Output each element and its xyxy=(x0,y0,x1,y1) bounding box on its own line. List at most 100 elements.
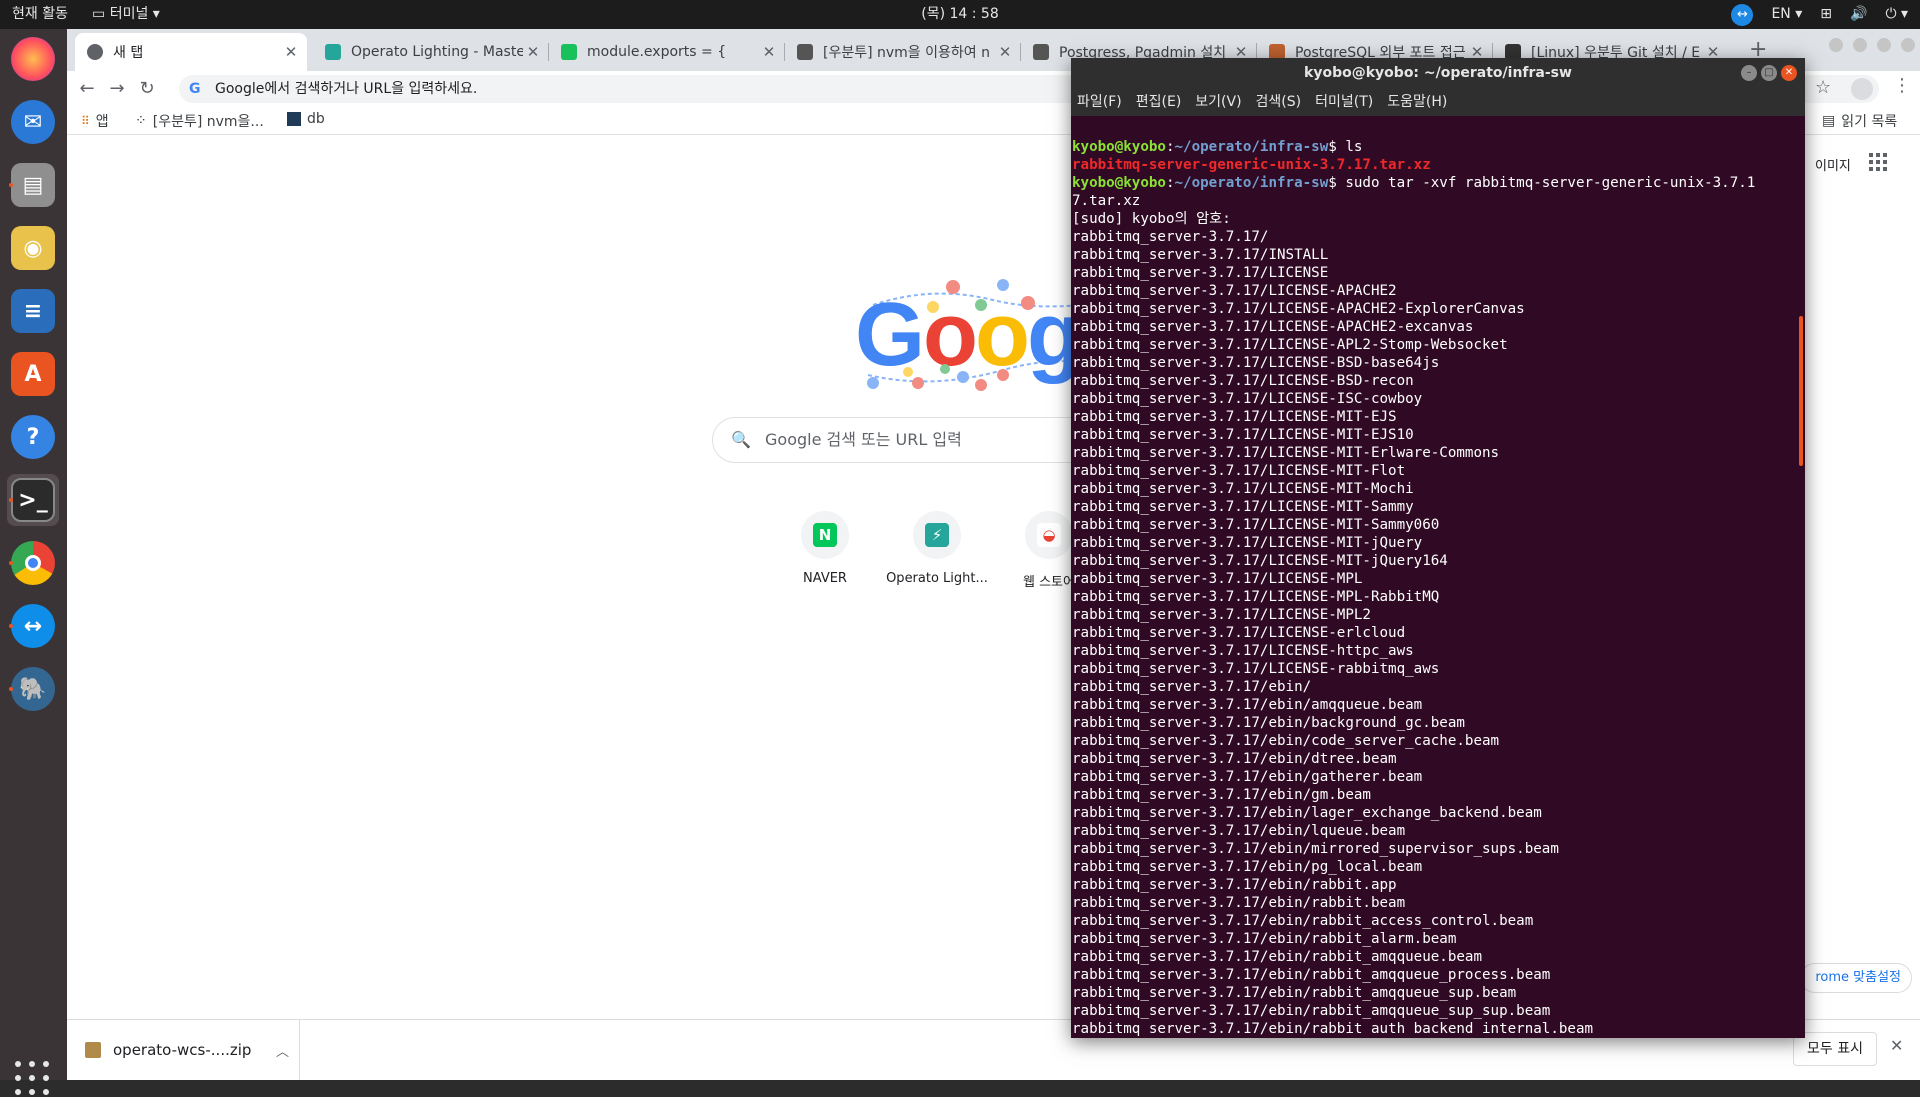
terminal-output[interactable]: kyobo@kyobo:~/operato/infra-sw$ ls rabbit… xyxy=(1072,138,1794,1036)
forward-arrow-icon[interactable]: → xyxy=(105,77,129,101)
command-wrap: 7.tar.xz xyxy=(1072,193,1141,209)
apps-grid-icon: ⠿ xyxy=(81,114,90,128)
bookmark-star-icon[interactable]: ☆ xyxy=(1815,77,1831,98)
terminal-line: rabbitmq_server-3.7.17/ebin/rabbit_alarm… xyxy=(1072,931,1457,947)
bookmark-apps[interactable]: ⠿ 앱 xyxy=(81,111,109,131)
terminal-line: rabbitmq_server-3.7.17/LICENSE-MPL-Rabbi… xyxy=(1072,589,1440,605)
terminal-line: rabbitmq_server-3.7.17/LICENSE-MIT-Erlwa… xyxy=(1072,445,1500,461)
line-favicon-icon xyxy=(561,44,577,60)
dock-rhythmbox[interactable]: ◉ xyxy=(7,222,59,274)
terminal-line: rabbitmq_server-3.7.17/LICENSE-APL2-Stom… xyxy=(1072,337,1508,353)
tab-module-exports[interactable]: module.exports = { ✕ xyxy=(549,33,785,71)
terminal-line: rabbitmq_server-3.7.17/ebin/mirrored_sup… xyxy=(1072,841,1559,857)
dock-thunderbird[interactable]: ✉ xyxy=(7,96,59,148)
minimize-icon[interactable] xyxy=(1853,38,1867,52)
terminal-line: rabbitmq_server-3.7.17/ebin/rabbit_amqqu… xyxy=(1072,967,1551,983)
bookmark-db[interactable]: db xyxy=(287,111,325,127)
show-applications-icon[interactable] xyxy=(15,1061,51,1097)
tab-new-tab[interactable]: 새 탭 ✕ xyxy=(75,33,307,71)
software-center-icon: A xyxy=(11,352,55,396)
minimize-icon[interactable]: – xyxy=(1741,65,1757,81)
dock-writer[interactable]: ≡ xyxy=(7,285,59,337)
shortcut-naver[interactable]: N NAVER xyxy=(769,511,881,586)
menu-help[interactable]: 도움말(H) xyxy=(1387,88,1447,116)
prompt-path: ~/operato/infra-sw xyxy=(1174,139,1329,155)
naver-icon: N xyxy=(813,523,837,547)
reading-list-button[interactable]: ▤ 읽기 목록 xyxy=(1822,111,1897,131)
close-icon[interactable]: ✕ xyxy=(995,43,1015,61)
maximize-icon[interactable]: □ xyxy=(1761,65,1777,81)
power-icon[interactable]: ⏻ ▾ xyxy=(1885,0,1908,29)
chrome-icon xyxy=(11,541,55,585)
images-link[interactable]: 이미지 xyxy=(1815,155,1851,174)
activities-button[interactable]: 현재 활동 xyxy=(12,0,68,29)
terminal-line: rabbitmq_server-3.7.17/LICENSE-MIT-EJS10 xyxy=(1072,427,1414,443)
back-arrow-icon[interactable]: ← xyxy=(75,77,99,101)
dock-help[interactable]: ? xyxy=(7,411,59,463)
terminal-line: rabbitmq_server-3.7.17/LICENSE-MIT-Sammy… xyxy=(1072,517,1440,533)
google-apps-icon[interactable] xyxy=(1869,153,1887,171)
tab-operato-lighting[interactable]: Operato Lighting - Master ✕ xyxy=(313,33,549,71)
maximize-icon[interactable] xyxy=(1877,38,1891,52)
profile-avatar[interactable] xyxy=(1851,78,1873,100)
terminal-line: rabbitmq_server-3.7.17/LICENSE-MPL2 xyxy=(1072,607,1371,623)
terminal-line: rabbitmq_server-3.7.17/ebin/pg_local.bea… xyxy=(1072,859,1423,875)
terminal-line: rabbitmq_server-3.7.17/ebin/rabbit_auth_… xyxy=(1072,1021,1594,1036)
tistory-favicon-icon xyxy=(1033,44,1049,60)
search-icon: 🔍 xyxy=(731,430,751,449)
tab-nvm[interactable]: [우분투] nvm을 이용하여 n ✕ xyxy=(785,33,1021,71)
terminal-line: rabbitmq_server-3.7.17/LICENSE-BSD-recon xyxy=(1072,373,1414,389)
terminal-line: rabbitmq_server-3.7.17/LICENSE-MIT-Flot xyxy=(1072,463,1406,479)
dock-files[interactable]: ▤ xyxy=(7,159,59,211)
clock[interactable]: (목) 14 : 58 xyxy=(0,0,1920,29)
menu-file[interactable]: 파일(F) xyxy=(1077,88,1122,116)
terminal-window-controls: – □ ✕ xyxy=(1741,65,1797,81)
chevron-up-icon[interactable]: ︿ xyxy=(276,1041,289,1060)
terminal-scrollbar[interactable] xyxy=(1799,316,1803,466)
tab-label: Operato Lighting - Master xyxy=(351,44,523,60)
dock-pgadmin[interactable]: 🐘 xyxy=(7,663,59,715)
show-all-downloads-button[interactable]: 모두 표시 xyxy=(1793,1032,1877,1066)
dock-teamviewer[interactable]: ↔ xyxy=(7,600,59,652)
language-indicator[interactable]: EN ▾ xyxy=(1771,0,1802,29)
svg-text:o: o xyxy=(923,285,978,385)
shortcut-label: Operato Light... xyxy=(886,571,988,586)
customize-chrome-button[interactable]: rome 맞춤설정 xyxy=(1800,963,1912,993)
shortcut-operato[interactable]: ⚡ Operato Light... xyxy=(881,511,993,586)
close-icon[interactable]: ✕ xyxy=(281,43,301,61)
menu-kebab-icon[interactable]: ⋮ xyxy=(1893,75,1911,96)
terminal-line: rabbitmq_server-3.7.17/LICENSE-ISC-cowbo… xyxy=(1072,391,1423,407)
bookmark-nvm[interactable]: ⁘ [우분투] nvm을... xyxy=(135,111,264,131)
shortcut-label: NAVER xyxy=(803,571,847,586)
tab-search-icon[interactable] xyxy=(1829,38,1843,52)
terminal-line: rabbitmq_server-3.7.17/LICENSE-httpc_aws xyxy=(1072,643,1414,659)
bookmark-label: 읽기 목록 xyxy=(1841,114,1898,130)
dock-terminal[interactable]: >_ xyxy=(7,474,59,526)
menu-edit[interactable]: 편집(E) xyxy=(1136,88,1182,116)
search-placeholder: Google 검색 또는 URL 입력 xyxy=(765,430,962,449)
dock: ✉ ▤ ◉ ≡ A ? >_ ↔ 🐘 xyxy=(0,29,67,1095)
teamviewer-tray-icon[interactable] xyxy=(1731,3,1754,26)
close-icon[interactable]: ✕ xyxy=(1781,65,1797,81)
dock-firefox[interactable] xyxy=(7,33,59,85)
terminal-app-icon: ▭ xyxy=(92,6,110,22)
reload-icon[interactable]: ↻ xyxy=(135,77,159,101)
app-menu[interactable]: ▭ 터미널 ▾ xyxy=(92,0,160,29)
tistory-icon: ⁘ xyxy=(135,113,147,129)
close-icon[interactable]: ✕ xyxy=(759,43,779,61)
download-item[interactable]: operato-wcs-....zip ︿ xyxy=(67,1020,300,1080)
rhythmbox-icon: ◉ xyxy=(11,226,55,270)
terminal-title[interactable]: kyobo@kyobo: ~/operato/infra-sw xyxy=(1071,58,1805,88)
close-window-icon[interactable] xyxy=(1901,38,1915,52)
network-icon[interactable]: ⊞ xyxy=(1820,0,1832,29)
dock-chrome[interactable] xyxy=(7,537,59,589)
dock-software[interactable]: A xyxy=(7,348,59,400)
prompt-user: kyobo@kyobo xyxy=(1072,175,1166,191)
menu-view[interactable]: 보기(V) xyxy=(1195,88,1241,116)
close-icon[interactable]: ✕ xyxy=(523,43,543,61)
volume-icon[interactable]: 🔊 xyxy=(1850,0,1867,29)
close-download-shelf-icon[interactable]: ✕ xyxy=(1890,1036,1903,1055)
menu-terminal[interactable]: 터미널(T) xyxy=(1315,88,1373,116)
menu-search[interactable]: 검색(S) xyxy=(1256,88,1302,116)
tab-label: [우분투] nvm을 이용하여 n xyxy=(823,45,990,61)
